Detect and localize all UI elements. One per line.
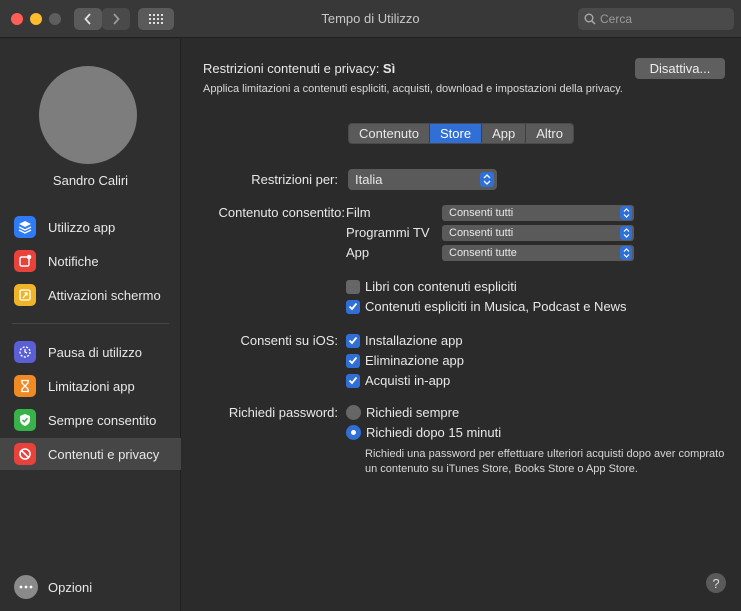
disable-button[interactable]: Disattiva... <box>635 58 725 79</box>
password-description: Richiedi una password per effettuare ult… <box>365 448 725 475</box>
checkmark-icon <box>346 299 360 314</box>
country-select[interactable]: Italia <box>348 169 497 190</box>
sidebar-divider <box>12 323 169 324</box>
updown-arrows-icon <box>620 246 632 260</box>
sidebar-item-notifiche[interactable]: Notifiche <box>0 245 181 277</box>
avatar <box>39 66 137 164</box>
app-select[interactable]: Consenti tutte <box>442 245 634 261</box>
country-value: Italia <box>355 172 383 187</box>
restrictions-state: Sì <box>382 61 396 76</box>
app-install-checkbox[interactable]: Installazione app <box>346 333 463 348</box>
in-app-purchase-checkbox[interactable]: Acquisti in-app <box>346 373 450 388</box>
tab-store[interactable]: Store <box>430 124 483 143</box>
screen-wake-icon <box>14 284 36 306</box>
restrictions-description: Applica limitazioni a contenuti esplicit… <box>203 83 623 95</box>
checkbox-unchecked <box>346 279 360 294</box>
sidebar-item-sempre-consentito[interactable]: Sempre consentito <box>0 404 181 436</box>
updown-arrows-icon <box>620 226 632 240</box>
password-label: Richiedi password: <box>228 405 338 420</box>
app-install-label: Installazione app <box>365 333 463 348</box>
ellipsis-icon <box>14 575 38 599</box>
sidebar-item-contenuti-e-privacy[interactable]: Contenuti e privacy <box>0 438 181 470</box>
checkmark-icon <box>346 373 360 388</box>
layers-icon <box>14 216 36 238</box>
app-value: Consenti tutte <box>449 247 517 259</box>
notification-icon <box>14 250 36 272</box>
tab-bar: Contenuto Store App Altro <box>348 123 574 144</box>
always-require-label: Richiedi sempre <box>366 405 460 420</box>
after-15-min-radio[interactable]: Richiedi dopo 15 minuti <box>346 425 501 440</box>
restrictions-label: Restrizioni contenuti e privacy: <box>203 61 383 76</box>
app-delete-label: Eliminazione app <box>365 353 465 368</box>
explicit-books-label: Libri con contenuti espliciti <box>365 279 517 294</box>
tab-altro[interactable]: Altro <box>526 124 573 143</box>
film-label: Film <box>346 205 371 220</box>
tv-select[interactable]: Consenti tutti <box>442 225 634 241</box>
sidebar-item-limitazioni-app[interactable]: Limitazioni app <box>0 370 181 402</box>
explicit-music-checkbox[interactable]: Contenuti espliciti in Musica, Podcast e… <box>346 299 627 314</box>
search-field[interactable] <box>578 8 734 30</box>
tv-label: Programmi TV <box>346 225 430 240</box>
options-label: Opzioni <box>48 579 93 595</box>
explicit-books-checkbox[interactable]: Libri con contenuti espliciti <box>346 279 517 294</box>
allowed-content-label: Contenuto consentito: <box>218 205 345 220</box>
checkmark-icon <box>346 333 360 348</box>
moon-clock-icon <box>14 341 36 363</box>
sidebar-item-label: Utilizzo app <box>48 219 116 235</box>
always-require-radio[interactable]: Richiedi sempre <box>346 405 459 420</box>
radio-unselected <box>346 405 361 420</box>
film-value: Consenti tutti <box>449 207 514 219</box>
film-select[interactable]: Consenti tutti <box>442 205 634 221</box>
no-entry-icon <box>14 443 36 465</box>
sidebar-item-label: Pausa di utilizzo <box>48 344 142 360</box>
sidebar-item-attivazioni-schermo[interactable]: Attivazioni schermo <box>0 279 181 311</box>
radio-selected <box>346 425 361 440</box>
search-icon <box>584 13 596 25</box>
explicit-music-label: Contenuti espliciti in Musica, Podcast e… <box>365 299 627 314</box>
sidebar-item-label: Contenuti e privacy <box>48 446 160 462</box>
in-app-purchase-label: Acquisti in-app <box>365 373 451 388</box>
sidebar-item-label: Sempre consentito <box>48 412 157 428</box>
sidebar-item-utilizzo-app[interactable]: Utilizzo app <box>0 211 181 243</box>
updown-arrows-icon <box>620 206 632 220</box>
main-pane: Restrizioni contenuti e privacy: Sì Appl… <box>182 39 741 611</box>
help-button[interactable]: ? <box>706 573 726 593</box>
check-shield-icon <box>14 409 36 431</box>
search-input[interactable] <box>600 12 730 26</box>
tab-contenuto[interactable]: Contenuto <box>349 124 430 143</box>
sidebar-item-label: Attivazioni schermo <box>48 287 161 303</box>
updown-arrows-icon <box>480 172 494 187</box>
sidebar: Sandro Caliri Utilizzo app Notifiche Att… <box>0 39 181 611</box>
user-name: Sandro Caliri <box>52 173 129 188</box>
ios-label: Consenti su iOS: <box>240 333 338 348</box>
sidebar-item-label: Limitazioni app <box>48 378 135 394</box>
checkmark-icon <box>346 353 360 368</box>
tab-app[interactable]: App <box>482 124 527 143</box>
tv-value: Consenti tutti <box>449 227 514 239</box>
app-delete-checkbox[interactable]: Eliminazione app <box>346 353 464 368</box>
title-bar: Tempo di Utilizzo <box>0 0 741 38</box>
restrictions-title: Restrizioni contenuti e privacy: Sì <box>203 61 395 76</box>
app-label: App <box>346 245 370 260</box>
hourglass-icon <box>14 375 36 397</box>
sidebar-item-pausa-di-utilizzo[interactable]: Pausa di utilizzo <box>0 336 181 368</box>
after-15-min-label: Richiedi dopo 15 minuti <box>366 425 502 440</box>
sidebar-item-label: Notifiche <box>48 253 99 269</box>
options-button[interactable]: Opzioni <box>14 575 92 599</box>
restrict-for-label: Restrizioni per: <box>251 172 338 187</box>
